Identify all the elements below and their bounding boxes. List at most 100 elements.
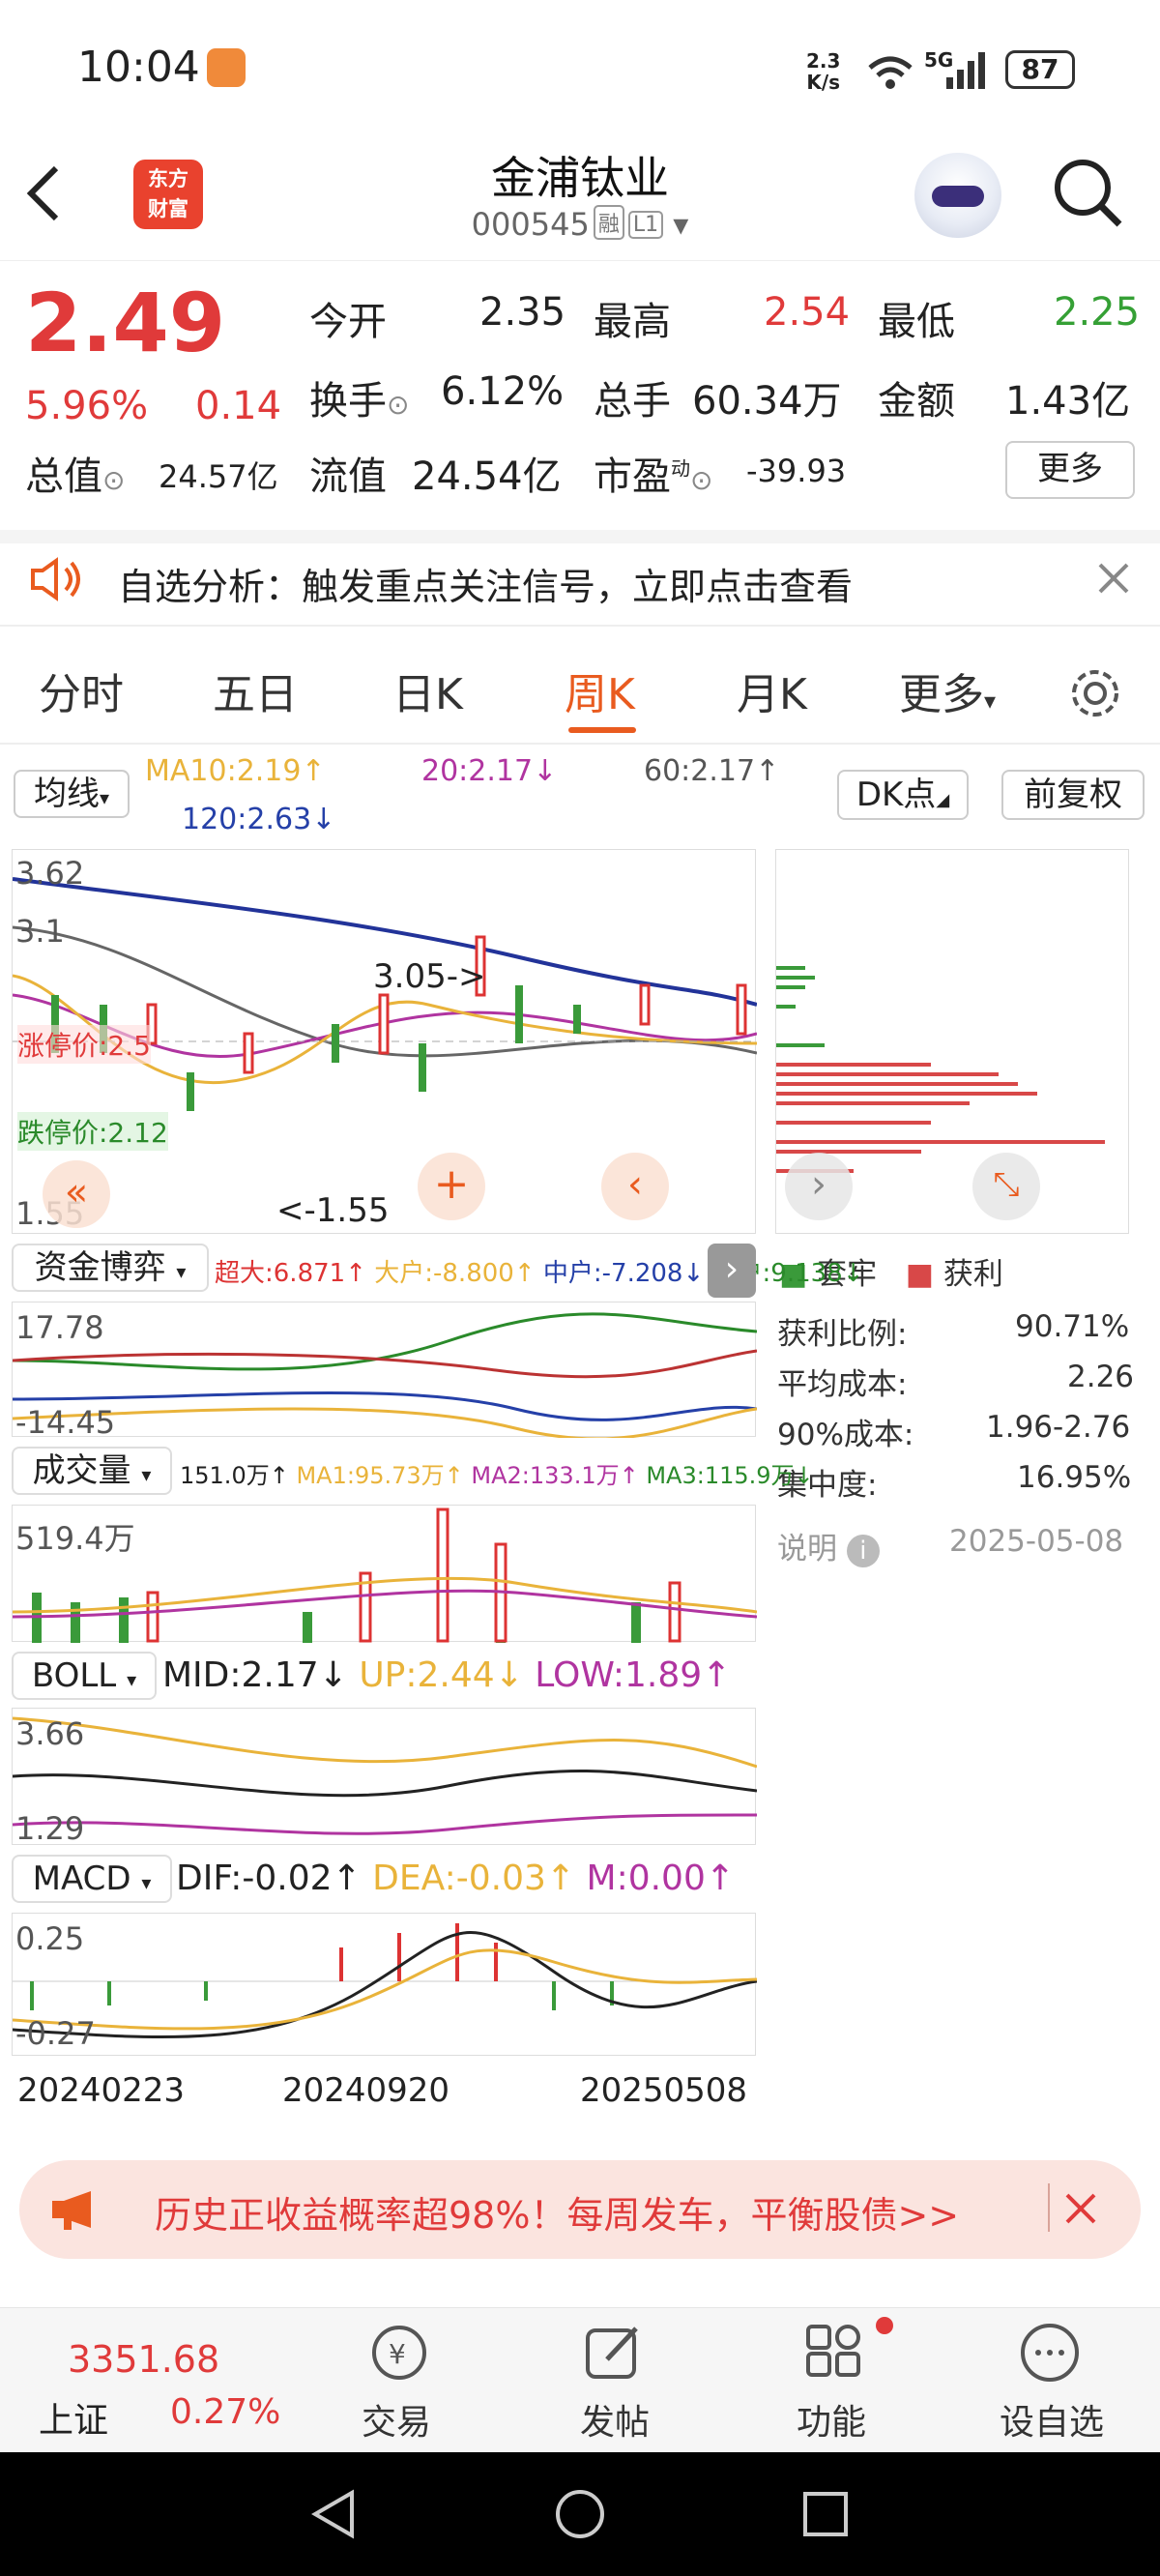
open-value: 2.35 [479, 290, 566, 335]
kline-high-note: 3.05-> [373, 957, 486, 996]
trade-button[interactable]: 交易 [329, 2394, 464, 2444]
profit-ratio-label: 获利比例: [777, 1317, 908, 1352]
turnover-label: 换手⊙ [309, 379, 410, 424]
avg-cost-value: 2.26 [1067, 1360, 1135, 1394]
wifi-icon [868, 56, 913, 89]
tab-minute[interactable]: 分时 [39, 659, 124, 721]
kline-max-label: 3.62 [15, 855, 85, 892]
ma10-value: MA10:2.19↑ [145, 754, 326, 788]
battery-icon: 87 [1005, 50, 1075, 89]
change-percent: 5.96% [25, 384, 149, 428]
concentration-value: 16.95% [1017, 1460, 1132, 1495]
function-badge [876, 2317, 893, 2334]
macd-chart [12, 1913, 758, 2056]
volume-value: 60.34万 [692, 379, 842, 424]
profit-ratio-value: 90.71% [1015, 1309, 1130, 1344]
fund-min: -14.45 [15, 1404, 116, 1441]
promo-text[interactable]: 历史正收益概率超98%！每周发车，平衡股债>> [155, 2185, 959, 2239]
function-icon [806, 2325, 860, 2377]
high-label: 最高 [594, 300, 671, 344]
status-bar: 10:04 2.3 K/s 5G 87 [0, 0, 1160, 135]
nav-recents-icon[interactable] [800, 2489, 851, 2539]
post-icon [586, 2327, 638, 2379]
function-button[interactable]: 功能 [764, 2394, 899, 2444]
app-notification-icon [207, 48, 246, 87]
fund-selector[interactable]: 资金博弈 ▾ [12, 1244, 209, 1292]
promo-divider [1048, 2183, 1050, 2232]
scroll-left-icon[interactable]: « [43, 1160, 110, 1228]
turnover-value: 6.12% [441, 369, 565, 414]
pe-value: -39.93 [746, 453, 847, 489]
volume-values: 151.0万↑ MA1:95.73万↑ MA2:133.1万↑ MA3:115.… [180, 1462, 814, 1489]
fund-values: 超大:6.871↑ 大户:-8.800↑ 中户:-7.208↓ 小户:9.138… [215, 1259, 864, 1288]
boll-chart [12, 1708, 758, 1845]
kline-y2-label: 3.1 [15, 913, 65, 950]
date-mid: 20240920 [282, 2071, 450, 2110]
nav-back-icon[interactable] [307, 2487, 362, 2541]
market-cap-label: 总值⊙ [25, 454, 126, 499]
add-watchlist-button[interactable]: 设自选 [984, 2394, 1119, 2444]
promo-close-icon[interactable] [1063, 2191, 1098, 2226]
fund-next-icon[interactable]: › [708, 1244, 756, 1298]
macd-selector[interactable]: MACD ▾ [12, 1855, 172, 1903]
chip-next-icon[interactable]: › [785, 1153, 853, 1220]
last-price: 2.49 [25, 276, 226, 370]
prev-icon[interactable]: ‹ [601, 1153, 669, 1220]
ma120-value: 120:2.63↓ [182, 803, 336, 836]
robot-assistant-icon[interactable] [914, 153, 1001, 238]
boll-values: MID:2.17↓ UP:2.44↓ LOW:1.89↑ [162, 1655, 732, 1695]
market-cap-value: 24.57亿 [159, 458, 278, 495]
volume-selector[interactable]: 成交量 ▾ [12, 1447, 172, 1495]
low-value: 2.25 [1054, 290, 1141, 335]
tab-monthly-k[interactable]: 月K [737, 659, 807, 721]
change-amount: 0.14 [195, 384, 282, 428]
amount-value: 1.43亿 [1005, 379, 1131, 424]
nav-home-icon[interactable] [553, 2487, 607, 2541]
fund-chart [12, 1302, 758, 1441]
status-time: 10:04 [77, 43, 200, 92]
zoom-in-icon[interactable]: + [418, 1153, 485, 1220]
svg-text:¥: ¥ [389, 2338, 406, 2370]
settings-gear-icon[interactable] [1067, 665, 1123, 721]
search-icon[interactable] [1050, 155, 1127, 232]
amount-label: 金额 [878, 379, 955, 424]
more-quote-button[interactable]: 更多 [1005, 441, 1135, 499]
active-tab-indicator [568, 727, 636, 733]
cost90-label: 90%成本: [777, 1418, 914, 1452]
volume-max: 519.4万 [15, 1520, 135, 1557]
ma60-value: 60:2.17↑ [644, 754, 780, 788]
volume-label: 总手 [594, 379, 671, 424]
post-button[interactable]: 发帖 [547, 2394, 682, 2444]
boll-selector[interactable]: BOLL ▾ [12, 1652, 157, 1700]
chip-date: 2025-05-08 [949, 1524, 1124, 1559]
level-tag: L1 [627, 211, 664, 239]
macd-min: -0.27 [15, 2015, 96, 2052]
adjust-button[interactable]: 前复权 [1001, 770, 1145, 820]
signal-icon [946, 52, 985, 89]
kline-low-note: <-1.55 [276, 1191, 390, 1230]
date-end: 20250508 [580, 2071, 748, 2110]
tab-daily-k[interactable]: 日K [392, 659, 463, 721]
index-name[interactable]: 上证 [39, 2392, 108, 2443]
trade-icon: ¥ [372, 2326, 426, 2380]
index-pct[interactable]: 0.27% [170, 2392, 280, 2432]
ma-selector[interactable]: 均线▾ [14, 770, 130, 818]
notice-text[interactable]: 自选分析：触发重点关注信号，立即点击查看 [118, 557, 853, 610]
high-value: 2.54 [764, 290, 851, 335]
limit-down-label: 跌停价:2.12 [17, 1112, 168, 1151]
fund-max: 17.78 [15, 1309, 104, 1346]
tab-weekly-k[interactable]: 周K [565, 659, 635, 721]
macd-values: DIF:-0.02↑ DEA:-0.03↑ M:0.00↑ [176, 1859, 736, 1898]
dk-point-button[interactable]: DK点◢ [837, 770, 969, 820]
expand-icon[interactable]: ⤡ [972, 1153, 1040, 1220]
low-label: 最低 [878, 300, 955, 344]
tab-more[interactable]: 更多▾ [899, 659, 996, 721]
close-icon[interactable] [1096, 561, 1131, 596]
add-watchlist-icon [1021, 2324, 1079, 2382]
tab-5day[interactable]: 五日 [213, 659, 298, 721]
boll-min: 1.29 [15, 1810, 85, 1847]
chip-note[interactable]: 说明 i [777, 1524, 880, 1567]
index-value[interactable]: 3351.68 [68, 2338, 219, 2381]
net-speed: 2.3 K/s [806, 49, 841, 94]
speaker-icon [31, 557, 80, 601]
